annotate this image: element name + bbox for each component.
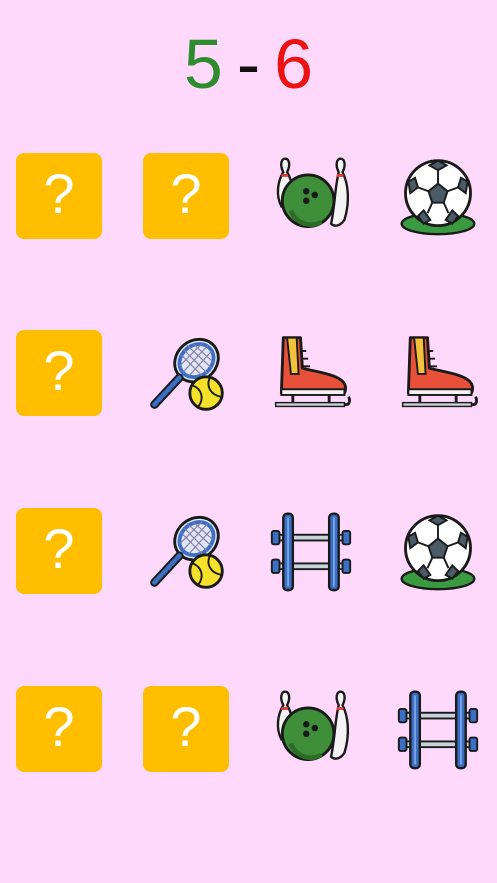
- card-soccer-ball[interactable]: [395, 153, 481, 239]
- bowling-icon: [276, 157, 350, 229]
- question-mark-icon: ?: [43, 695, 75, 758]
- card-ice-skate[interactable]: [268, 330, 354, 416]
- card-bowling[interactable]: [268, 686, 354, 772]
- tennis-racket-icon: [150, 515, 224, 589]
- card-hidden[interactable]: ?: [16, 153, 102, 239]
- card-ice-skate[interactable]: [395, 330, 481, 416]
- card-hidden[interactable]: ?: [16, 686, 102, 772]
- ice-skate-icon: [274, 336, 351, 408]
- card-hidden[interactable]: ?: [16, 508, 102, 594]
- card-hidden[interactable]: ?: [143, 153, 229, 239]
- card-hidden[interactable]: ?: [143, 686, 229, 772]
- tennis-racket-icon: [150, 337, 224, 411]
- question-mark-icon: ?: [170, 695, 202, 758]
- card-tennis[interactable]: [143, 508, 229, 594]
- card-tennis[interactable]: [143, 330, 229, 416]
- card-bowling[interactable]: [268, 153, 354, 239]
- soccer-ball-icon: [400, 514, 476, 591]
- bowling-icon: [276, 690, 350, 762]
- question-mark-icon: ?: [170, 162, 202, 225]
- dumbbell-icon: [397, 690, 479, 770]
- card-dumbbell[interactable]: [268, 508, 354, 594]
- question-mark-icon: ?: [43, 339, 75, 402]
- ice-skate-icon: [401, 336, 478, 408]
- card-dumbbell[interactable]: [395, 686, 481, 772]
- card-hidden[interactable]: ?: [16, 330, 102, 416]
- card-soccer-ball[interactable]: [395, 508, 481, 594]
- dumbbell-icon: [270, 512, 352, 592]
- question-mark-icon: ?: [43, 162, 75, 225]
- soccer-ball-icon: [400, 159, 476, 236]
- memory-board: ?? ? ? ? ?: [0, 0, 497, 883]
- question-mark-icon: ?: [43, 517, 75, 580]
